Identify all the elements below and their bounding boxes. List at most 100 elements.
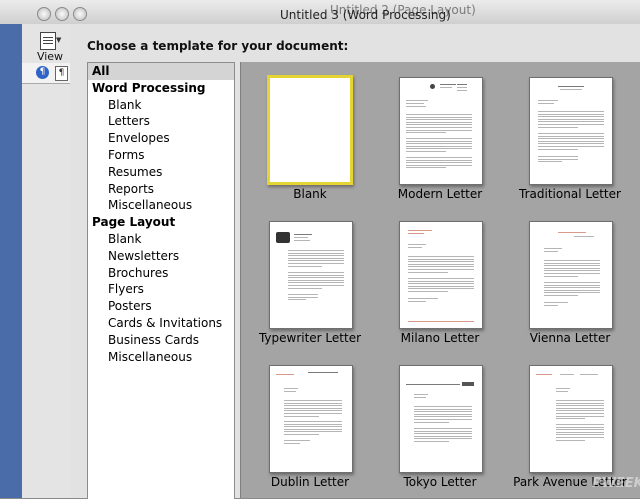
text-line bbox=[284, 440, 310, 441]
text-line bbox=[288, 250, 344, 251]
text-line bbox=[284, 400, 342, 401]
text-line bbox=[408, 247, 422, 248]
text-line bbox=[284, 410, 342, 412]
text-line bbox=[406, 121, 472, 123]
text-line bbox=[556, 415, 604, 417]
text-line bbox=[560, 374, 574, 375]
text-line bbox=[544, 248, 562, 249]
text-line bbox=[284, 391, 296, 392]
header-block bbox=[462, 382, 474, 386]
text-line bbox=[284, 415, 319, 417]
text-line bbox=[408, 298, 438, 299]
template-name: Tokyo Letter bbox=[403, 475, 477, 489]
text-line bbox=[284, 442, 300, 444]
text-line bbox=[414, 411, 472, 413]
template-thumbnail[interactable] bbox=[529, 221, 613, 329]
text-line bbox=[284, 405, 342, 407]
text-line bbox=[408, 261, 474, 263]
text-line bbox=[284, 426, 342, 428]
text-line bbox=[544, 304, 559, 306]
text-line bbox=[288, 299, 306, 301]
text-line bbox=[308, 372, 338, 373]
template-thumbnail[interactable] bbox=[529, 365, 613, 473]
text-line bbox=[276, 374, 294, 375]
text-line bbox=[414, 397, 426, 398]
text-line bbox=[288, 285, 344, 286]
text-line bbox=[538, 113, 604, 115]
text-line bbox=[414, 441, 449, 442]
template-name: Blank bbox=[293, 187, 327, 201]
text-line bbox=[544, 292, 600, 294]
template-thumbnail[interactable] bbox=[267, 75, 353, 185]
text-line bbox=[538, 143, 604, 145]
text-line bbox=[538, 121, 604, 123]
text-line bbox=[284, 421, 342, 422]
text-line bbox=[408, 233, 424, 234]
text-line bbox=[538, 118, 604, 120]
template-thumbnail[interactable] bbox=[399, 365, 483, 473]
text-line bbox=[580, 374, 598, 375]
text-line bbox=[406, 106, 426, 107]
text-line bbox=[556, 402, 604, 404]
template-name: Milano Letter bbox=[400, 331, 480, 345]
text-line bbox=[408, 266, 474, 268]
text-line bbox=[406, 116, 472, 118]
text-line bbox=[544, 302, 568, 303]
text-line bbox=[538, 140, 604, 142]
template-thumbnail[interactable] bbox=[269, 365, 353, 473]
text-line bbox=[414, 438, 472, 440]
template-thumbnail[interactable] bbox=[399, 77, 483, 185]
text-line bbox=[558, 86, 584, 87]
template-thumbnail[interactable] bbox=[269, 221, 353, 329]
text-line bbox=[556, 413, 604, 414]
text-line bbox=[556, 431, 604, 433]
text-line bbox=[406, 157, 472, 158]
text-line bbox=[408, 278, 474, 279]
text-line bbox=[544, 251, 558, 252]
text-line bbox=[538, 124, 604, 125]
typewriter-icon bbox=[276, 232, 290, 243]
text-line bbox=[284, 407, 342, 409]
text-line bbox=[556, 426, 604, 428]
text-line bbox=[538, 156, 578, 157]
template-thumbnail[interactable] bbox=[529, 77, 613, 185]
text-line bbox=[440, 84, 456, 85]
text-line bbox=[288, 252, 344, 254]
logo-mark bbox=[430, 84, 435, 89]
text-line bbox=[556, 418, 585, 420]
text-line bbox=[538, 138, 604, 140]
text-line bbox=[288, 257, 344, 259]
text-line bbox=[544, 265, 600, 267]
text-line bbox=[538, 133, 604, 134]
text-line bbox=[406, 114, 472, 115]
text-line bbox=[538, 103, 554, 104]
text-line bbox=[406, 140, 472, 142]
text-line bbox=[406, 138, 472, 139]
text-line bbox=[408, 244, 426, 245]
text-line bbox=[294, 234, 312, 235]
text-line bbox=[556, 434, 604, 436]
text-line bbox=[284, 413, 342, 414]
text-line bbox=[408, 269, 474, 270]
text-line bbox=[284, 402, 342, 404]
text-line bbox=[414, 406, 472, 407]
text-line bbox=[556, 388, 570, 389]
text-line bbox=[406, 143, 472, 145]
template-thumbnail[interactable] bbox=[399, 221, 483, 329]
text-line bbox=[288, 277, 344, 279]
text-line bbox=[414, 430, 472, 432]
text-line bbox=[288, 279, 344, 281]
text-line bbox=[440, 87, 452, 88]
text-line bbox=[414, 416, 472, 418]
text-line bbox=[544, 289, 600, 291]
text-line bbox=[294, 240, 310, 241]
text-line bbox=[406, 164, 472, 166]
text-line bbox=[414, 419, 472, 420]
text-line bbox=[544, 275, 578, 277]
text-line bbox=[408, 283, 474, 285]
text-line bbox=[406, 119, 472, 121]
text-line bbox=[544, 284, 600, 286]
text-line bbox=[558, 232, 586, 233]
text-line bbox=[406, 132, 446, 134]
text-line bbox=[288, 263, 344, 264]
